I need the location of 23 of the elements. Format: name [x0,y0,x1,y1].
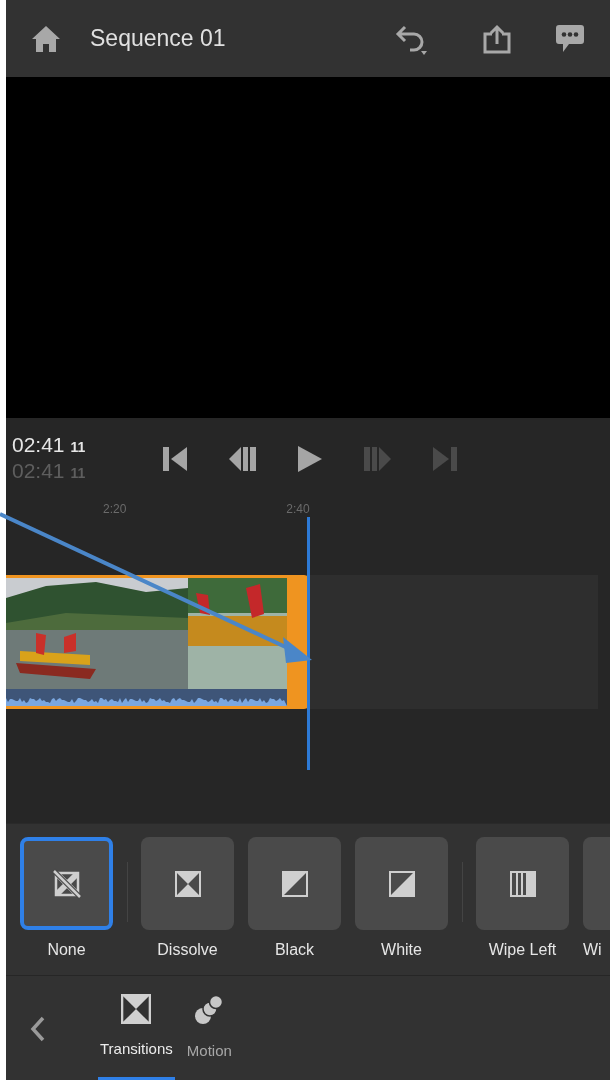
ruler-label: 2:20 [103,501,127,518]
bottom-tab[interactable]: Transitions [98,976,175,1080]
sequence-title: Sequence 01 [90,24,226,54]
bottom-tab[interactable]: Motion [184,976,234,1080]
play-icon [298,446,322,472]
current-timecode: 02:41 11 [12,433,87,458]
comment-icon[interactable] [555,23,585,54]
diagonal-split-icon [388,870,415,897]
duration-timecode: 02:41 11 [12,459,87,484]
skip-end-icon [432,446,458,472]
step-back-icon [229,446,257,472]
share-icon[interactable] [483,23,511,54]
no-transition-icon [50,867,83,900]
ruler-label: 2:40 [286,501,310,518]
skip-start-icon [162,446,188,472]
step-forward-icon [363,446,391,472]
dissolve-icon [121,994,152,1024]
video-clip[interactable] [6,575,310,709]
back-chevron-icon[interactable] [30,1016,46,1042]
vertical-bars-icon [509,870,536,897]
home-icon[interactable] [31,24,61,53]
dissolve-icon [174,870,201,897]
diagonal-split-icon [281,870,308,897]
